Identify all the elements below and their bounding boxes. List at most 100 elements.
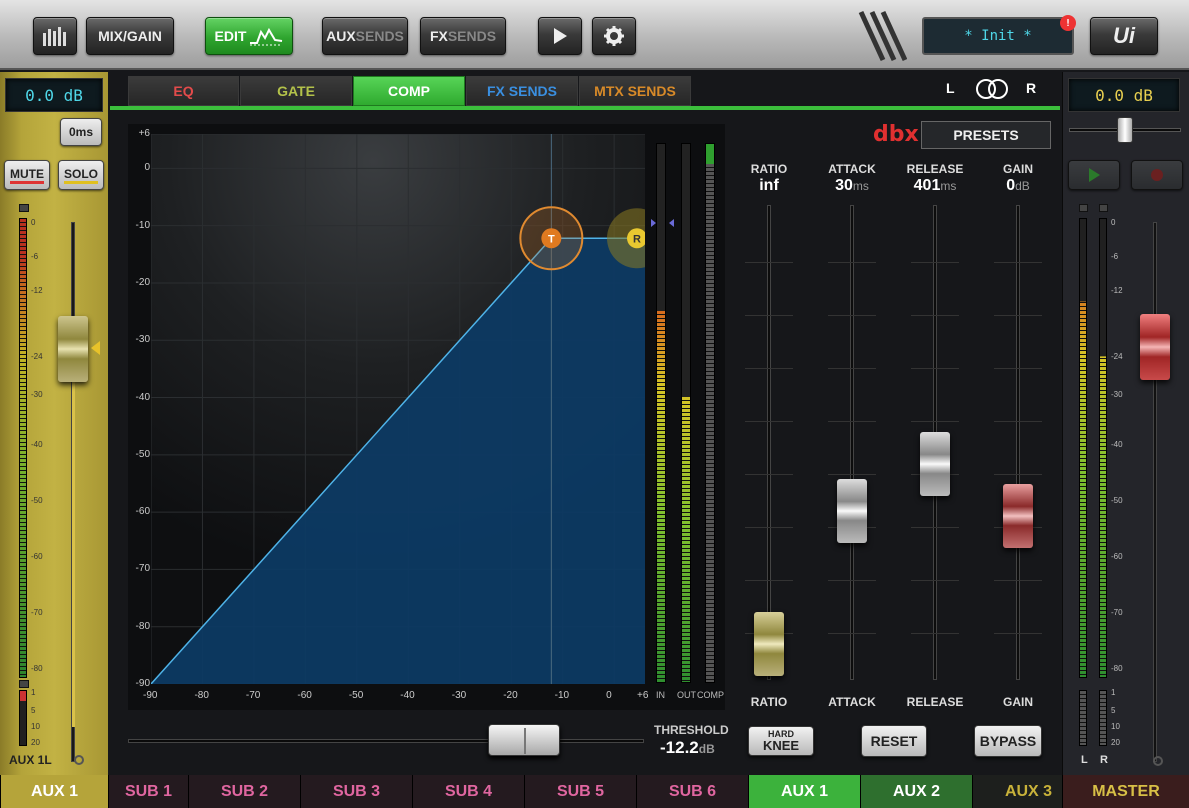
channel-tab-bar: AUX 1 SUB 1 SUB 2 SUB 3 SUB 4 SUB 5 SUB 6 AUX 1… <box>0 775 1189 808</box>
attack-fader-cap[interactable] <box>837 479 867 543</box>
master-pan-knob[interactable] <box>1117 117 1133 143</box>
channel-tab-sub-3[interactable]: SUB 3 <box>300 775 412 808</box>
presets-button[interactable]: PRESETS <box>921 121 1051 149</box>
meters-view-button[interactable] <box>33 17 77 55</box>
channel-tab-master[interactable]: MASTER <box>1062 775 1189 808</box>
tab-gate[interactable]: GATE <box>240 76 352 106</box>
y-tick-label: +6 <box>138 128 150 139</box>
channel-tab-aux-1[interactable]: AUX 1 <box>0 775 108 808</box>
y-tick-label: -20 <box>135 276 150 288</box>
master-play-button[interactable] <box>1068 160 1120 190</box>
bar-meters-icon <box>43 27 66 46</box>
channel-tab-sub-5[interactable]: SUB 5 <box>524 775 636 808</box>
gain-title: GAIN <box>1003 162 1033 176</box>
comp-meter <box>705 143 715 683</box>
lock-dot-icon <box>74 755 84 765</box>
master-fader-cap[interactable] <box>1140 314 1170 380</box>
ratio-fader-ticks <box>745 210 793 670</box>
master-gr-right <box>1099 690 1107 746</box>
threshold-slider-handle[interactable] <box>488 724 560 756</box>
threshold-marker-icon <box>651 219 674 227</box>
gear-icon <box>604 26 624 46</box>
meter-left-label: L <box>1081 754 1088 766</box>
master-meter-left <box>1079 218 1087 678</box>
x-tick-label: -40 <box>400 690 415 701</box>
tab-comp[interactable]: COMP <box>353 76 465 106</box>
channel-tab-sub-6[interactable]: SUB 6 <box>636 775 748 808</box>
x-tick-label: -20 <box>503 690 518 701</box>
tab-underline <box>110 106 1060 110</box>
out-meter-label: OUT <box>677 690 696 700</box>
threshold-label: THRESHOLD <box>654 723 729 737</box>
attack-value: 30ms <box>835 177 869 194</box>
stereo-right-label: R <box>1026 80 1037 96</box>
ratio-value: inf <box>759 177 779 194</box>
ui-logo-button[interactable]: Ui <box>1090 17 1158 55</box>
channel-tab-aux-1[interactable]: AUX 1 <box>748 775 860 808</box>
snapshot-display[interactable]: * Init * ! <box>922 15 1076 55</box>
channel-fader-cap[interactable] <box>58 316 88 382</box>
threshold-handle-label: T <box>548 233 555 245</box>
comp-meter-label: COMP <box>697 690 724 700</box>
channel-meter <box>19 218 27 678</box>
meter-right-label: R <box>1100 754 1108 766</box>
grip-lines-icon <box>858 10 907 62</box>
app-window: MIX/GAIN EDIT AUX SENDS FX SENDS * Init * … <box>0 0 1189 808</box>
stereo-left-label: L <box>946 80 955 96</box>
ratio-bottom-label: RATIO <box>750 695 788 709</box>
lock-dot-icon <box>1153 756 1163 766</box>
hard-knee-button[interactable]: HARD KNEE <box>748 726 814 756</box>
transfer-curve-svg: RT <box>150 133 667 685</box>
in-meter-label: IN <box>656 690 665 700</box>
tab-eq[interactable]: EQ <box>128 76 239 106</box>
solo-button[interactable]: SOLO <box>58 160 104 190</box>
master-gain-display: 0.0 dB <box>1068 78 1180 112</box>
bypass-button[interactable]: BYPASS <box>974 725 1042 757</box>
mix-gain-button[interactable]: MIX/GAIN <box>86 17 174 55</box>
ratio-title: RATIO <box>750 162 788 176</box>
delay-button[interactable]: 0ms <box>60 118 102 146</box>
gain-value: 0dB <box>1006 177 1030 194</box>
tab-mtx-sends[interactable]: MTX SENDS <box>579 76 691 106</box>
tab-fx-sends[interactable]: FX SENDS <box>466 76 578 106</box>
fx-sends-button[interactable]: FX SENDS <box>420 17 506 55</box>
threshold-value: -12.2dB <box>660 738 715 757</box>
master-meter-scale: 0 -6 -12 -24 -30 -40 -50 -60 -70 -80 1 5… <box>1111 218 1123 747</box>
master-gr-left <box>1079 690 1087 746</box>
aux-sends-button[interactable]: AUX SENDS <box>322 17 408 55</box>
channel-tab-sub-4[interactable]: SUB 4 <box>412 775 524 808</box>
reset-button[interactable]: RESET <box>861 725 927 757</box>
x-tick-label: -60 <box>297 690 312 701</box>
edit-button[interactable]: EDIT <box>205 17 293 55</box>
alert-badge[interactable]: ! <box>1060 15 1076 31</box>
attack-title: ATTACK <box>828 162 876 176</box>
play-button[interactable] <box>538 17 582 55</box>
y-tick-label: -80 <box>135 620 150 632</box>
mute-button[interactable]: MUTE <box>4 160 50 190</box>
fader-marker-icon <box>91 341 100 355</box>
comp-transfer-plot[interactable]: RT <box>150 133 667 685</box>
ratio-handle-label: R <box>633 233 641 245</box>
channel-tab-sub-2[interactable]: SUB 2 <box>188 775 300 808</box>
clip-led-left <box>1079 204 1088 212</box>
channel-name: AUX 1L <box>9 753 52 767</box>
top-toolbar: MIX/GAIN EDIT AUX SENDS FX SENDS * Init * … <box>0 0 1189 70</box>
x-tick-label: -30 <box>451 690 467 701</box>
left-channel-strip: 0.0 dB 0ms MUTE SOLO 0 -6 -12 -24 -30 -4… <box>0 72 108 775</box>
out-meter <box>681 143 691 683</box>
release-fader-cap[interactable] <box>920 431 950 496</box>
transfer-area <box>151 238 645 684</box>
master-record-button[interactable] <box>1131 160 1183 190</box>
gain-fader-cap[interactable] <box>1003 483 1033 548</box>
master-strip: 0.0 dB 0 -6 -12 -24 -30 -40 -50 -60 -70 … <box>1062 72 1189 775</box>
settings-button[interactable] <box>592 17 636 55</box>
x-tick-label: -90 <box>143 690 158 701</box>
x-tick-label: -50 <box>348 690 364 701</box>
channel-tab-sub-1[interactable]: SUB 1 <box>108 775 188 808</box>
stereo-link-icon[interactable] <box>974 78 1010 100</box>
x-tick-label: -80 <box>194 690 209 701</box>
ratio-fader-cap[interactable] <box>754 612 784 676</box>
y-tick-label: -60 <box>135 506 150 518</box>
channel-tab-aux-2[interactable]: AUX 2 <box>860 775 972 808</box>
y-tick-label: -40 <box>135 391 150 403</box>
